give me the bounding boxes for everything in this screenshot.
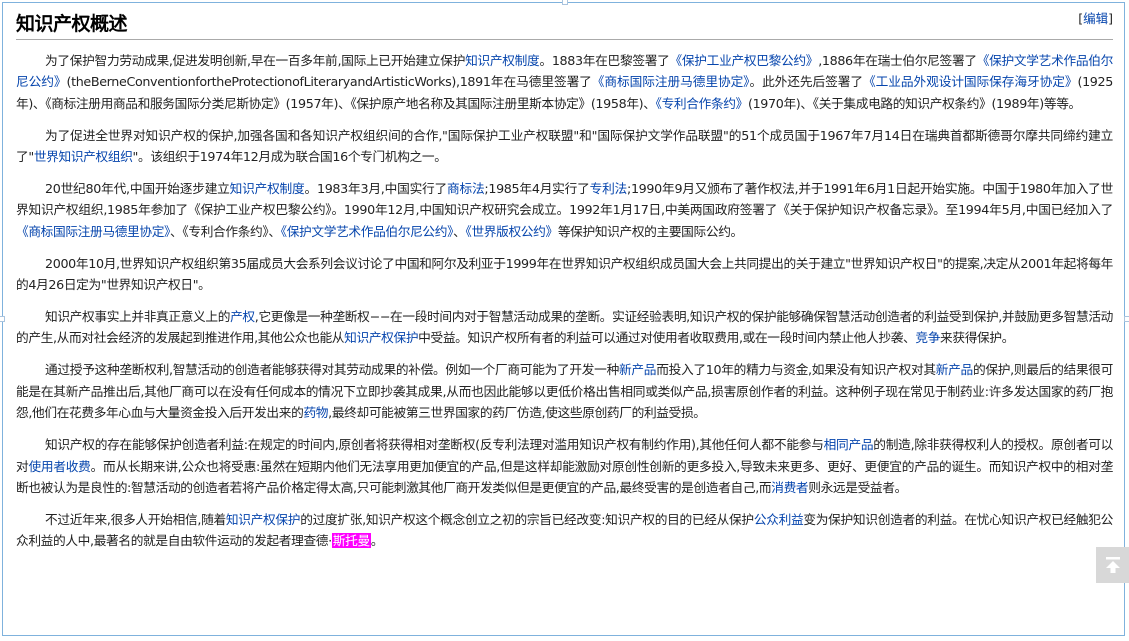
paragraph-text: 则永远是受益者。 [808,479,907,495]
paragraph-text: (theBerneConventionfortheProtectionofLit… [66,74,592,90]
paragraph-text: 通过授予这种垄断权利,智慧活动的创造者能够获得对其劳动成果的补偿。例如一个厂商可… [45,362,619,378]
article-paragraph: 为了促进全世界对知识产权的保护,加强各国和各知识产权组织间的合作,"国际保护工业… [16,125,1113,168]
article-link[interactable]: 知识产权制度 [230,181,305,196]
resize-handle-top[interactable] [562,0,568,5]
article-link[interactable]: 新产品 [936,362,974,377]
paragraph-text: "。该组织于1974年12月成为联合国16个专门机构之一。 [132,149,447,165]
paragraph-text: 来获得保护。 [940,330,1015,346]
paragraph-text: 知识产权事实上并非真正意义上的 [45,309,231,325]
paragraph-text: 知识产权的存在能够保护创造者利益:在规定的时间内,原创者将获得相对垄断权(反专利… [45,437,824,453]
article-link[interactable]: 竞争 [915,330,940,345]
paragraph-text: ,最终却可能被第三世界国家的药厂仿造,使这些原创药厂的利益受损。 [328,405,706,421]
paragraph-text: 2000年10月,世界知识产权组织第35届成员大会系列会议讨论了中国和阿尔及利亚… [16,255,1113,293]
article-link[interactable]: 专利法 [590,181,628,196]
article-link[interactable]: 消费者 [771,480,808,495]
article-link[interactable]: 《商标国际注册马德里协定》 [16,224,170,239]
article-paragraph: 不过近年来,很多人开始相信,随着知识产权保护的过度扩张,知识产权这个概念创立之初… [16,509,1113,552]
paragraph-text: 等保护知识产权的主要国际公约。 [557,223,743,239]
article-link[interactable]: 相同产品 [824,437,874,452]
article-link[interactable]: 新产品 [619,362,657,377]
article-paragraph: 通过授予这种垄断权利,智慧活动的创造者能够获得对其劳动成果的补偿。例如一个厂商可… [16,359,1113,423]
resize-handle-left[interactable] [0,316,5,322]
article-link[interactable]: 知识产权制度 [465,53,540,68]
article-body: 为了保护智力劳动成果,促进发明创新,早在一百多年前,国际上已开始建立保护知识产权… [16,50,1113,562]
article-link[interactable]: 《商标国际注册马德里协定》 [592,74,750,89]
scroll-to-top-button[interactable] [1096,547,1129,583]
paragraph-text: 。1983年3月,中国实行了 [304,181,448,197]
paragraph-text: 、《专利合作条约》、 [170,223,281,239]
paragraph-text: 。 [370,533,384,549]
article-paragraph: 20世纪80年代,中国开始逐步建立知识产权制度。1983年3月,中国实行了商标法… [16,178,1113,242]
paragraph-text: 中受益。知识产权所有者的利益可以通过对使用者收取费用,或在一段时间内禁止他人抄袭… [418,330,916,346]
article-paragraph: 知识产权事实上并非真正意义上的产权,它更像是一种垄断权−−在一段时间内对于智慧活… [16,306,1113,349]
article-link[interactable]: 知识产权保护 [226,512,301,527]
article-link[interactable]: 使用者收费 [28,459,91,474]
article-link[interactable]: 商标法 [447,181,485,196]
article-link[interactable]: 《专利合作条约》 [656,96,749,111]
paragraph-text: 为了保护智力劳动成果,促进发明创新,早在一百多年前,国际上已开始建立保护 [45,53,466,68]
paragraph-text: (1970年)、《关于集成电路的知识产权条约》(1989年)等等。 [747,95,1081,111]
article-link[interactable]: 知识产权保护 [344,330,418,345]
paragraph-text: 。而从长期来讲,公众也将受惠:虽然在短期内他们无法享用更加便宜的产品,但是这样却… [16,458,1113,495]
edit-bracket-close: ] [1108,11,1113,26]
article-paragraph: 知识产权的存在能够保护创造者利益:在规定的时间内,原创者将获得相对垄断权(反专利… [16,434,1113,498]
paragraph-text: ,1886年在瑞士伯尔尼签署了 [818,53,977,68]
paragraph-text: 而投入了10年的精力与资金,如果没有知识产权对其 [656,362,936,378]
article-link[interactable]: 《工业品外观设计国际保存海牙协定》 [863,74,1078,89]
resize-handle-right[interactable] [1124,316,1129,322]
article-link[interactable]: 《保护工业产权巴黎公约》 [670,53,819,68]
article-link[interactable]: 《世界版权公约》 [465,224,558,239]
paragraph-text: 、 [453,223,466,239]
arrow-up-to-top-icon [1105,557,1120,573]
section-title: 知识产权概述 [16,13,128,35]
edit-section-link-wrapper: [编辑] [1078,8,1113,27]
article-paragraph: 为了保护智力劳动成果,促进发明创新,早在一百多年前,国际上已开始建立保护知识产权… [16,50,1113,114]
article-link[interactable]: 世界知识产权组织 [34,149,133,164]
section-heading: 知识产权概述 [编辑] [16,8,1113,40]
paragraph-text: 的过度扩张,知识产权这个概念创立之初的宗旨已经改变:知识产权的目的已经从保护 [300,511,754,527]
paragraph-text: 。此外还先后签署了 [749,74,863,90]
article-link[interactable]: 药物 [303,405,328,420]
paragraph-text: 20世纪80年代,中国开始逐步建立 [45,181,230,197]
article-link[interactable]: 产权 [230,309,255,324]
article-paragraph: 2000年10月,世界知识产权组织第35届成员大会系列会议讨论了中国和阿尔及利亚… [16,253,1113,296]
paragraph-text: 。1883年在巴黎签署了 [539,53,670,68]
highlighted-link[interactable]: 斯托曼 [331,533,371,549]
edit-section-link[interactable]: 编辑 [1083,11,1108,26]
article-link[interactable]: 公众利益 [754,512,804,527]
paragraph-text: 不过近年来,很多人开始相信,随着 [45,511,226,527]
paragraph-text: ;1985年4月实行了 [484,181,590,197]
article-link[interactable]: 《保护文学艺术作品伯尔尼公约》 [281,224,454,239]
